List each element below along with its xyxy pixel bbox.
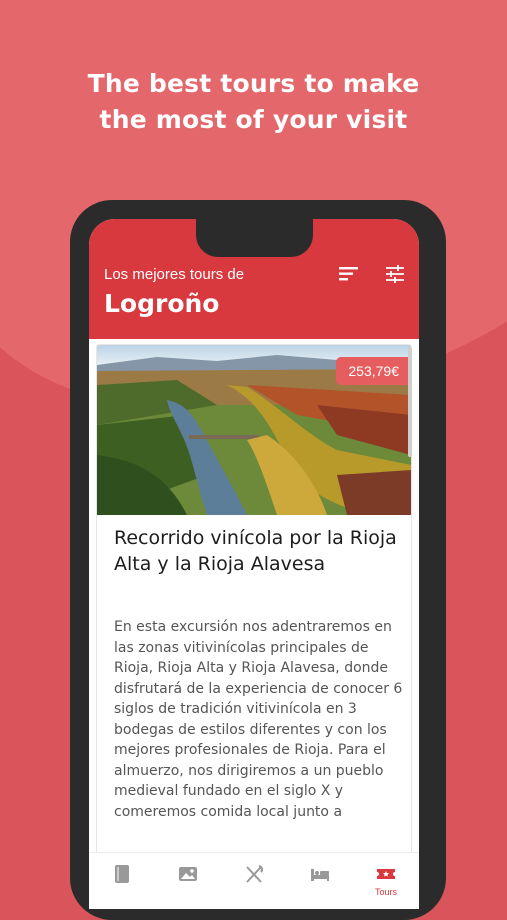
- ticket-icon: [377, 869, 395, 879]
- promo-headline: The best tours to make the most of your …: [0, 66, 507, 138]
- header-subtitle: Los mejores tours de: [104, 266, 245, 283]
- tour-card[interactable]: 253,79€ Recorrido vinícola por la Rioja …: [97, 345, 411, 865]
- phone-screen: Los mejores tours de Logroño 253,79€ Rec…: [89, 219, 419, 909]
- header-title: Logroño: [104, 289, 220, 318]
- headline-line-1: The best tours to make: [87, 69, 420, 98]
- tab-tours-label: Tours: [374, 887, 397, 897]
- headline-line-2: the most of your visit: [99, 105, 408, 134]
- tab-photos[interactable]: [155, 853, 221, 901]
- tab-guide[interactable]: [89, 853, 155, 901]
- tour-photo: 253,79€: [97, 345, 411, 515]
- tour-description: En esta excursión nos adentraremos en la…: [114, 619, 403, 820]
- phone-notch: [196, 219, 313, 257]
- filter-sliders-icon[interactable]: [383, 262, 407, 286]
- app-header: Los mejores tours de Logroño: [89, 219, 419, 339]
- book-icon: [115, 865, 129, 883]
- tour-title: Recorrido vinícola por la Rioja Alta y l…: [114, 527, 397, 575]
- bottom-tab-bar: Tours: [89, 852, 419, 909]
- sort-icon[interactable]: [337, 262, 361, 286]
- scrollbar[interactable]: [408, 347, 412, 457]
- tab-restaurants[interactable]: [221, 853, 287, 901]
- fork-knife-icon: [246, 865, 264, 883]
- bed-icon: [311, 869, 329, 881]
- tab-hotels[interactable]: [287, 853, 353, 901]
- price-tag: 253,79€: [336, 357, 411, 385]
- tab-tours[interactable]: Tours: [353, 853, 419, 901]
- image-icon: [179, 867, 197, 881]
